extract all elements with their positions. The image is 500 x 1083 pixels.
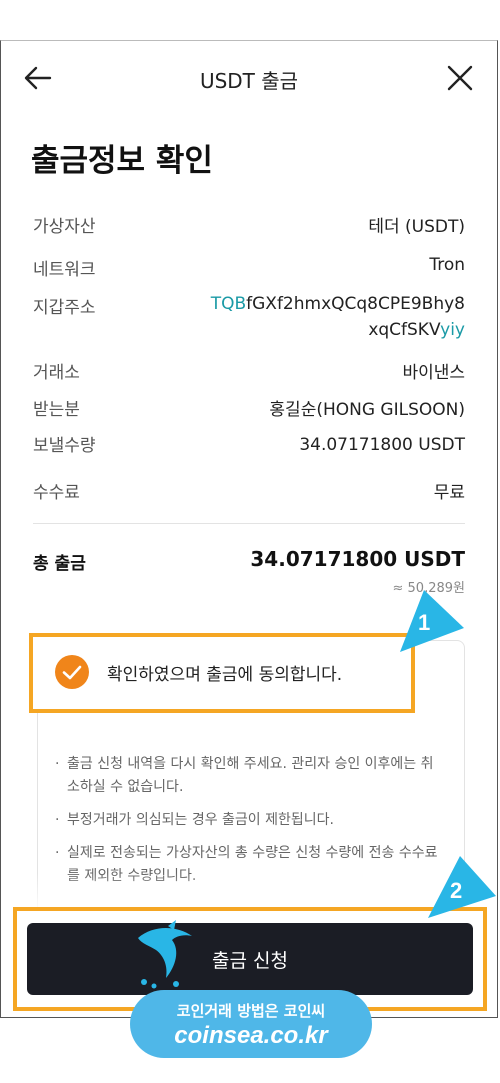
callout-1: 1 — [396, 586, 468, 656]
divider — [33, 523, 465, 524]
close-icon[interactable] — [445, 63, 475, 93]
detail-label: 수수료 — [33, 483, 80, 503]
detail-label: 거래소 — [33, 363, 80, 383]
detail-value: 바이낸스 — [402, 363, 465, 383]
detail-value: Tron — [429, 255, 465, 275]
detail-value: 홍길순(HONG GILSOON) — [269, 400, 465, 420]
detail-label: 받는분 — [33, 400, 80, 420]
withdraw-submit-button[interactable]: 출금 신청 — [27, 923, 473, 995]
detail-label: 네트워크 — [33, 260, 96, 280]
callout-2: 2 — [424, 852, 498, 922]
submit-label: 출금 신청 — [212, 950, 288, 972]
notice-item: 부정거래가 의심되는 경우 출금이 제한됩니다. — [55, 809, 441, 832]
detail-label: 가상자산 — [33, 217, 96, 237]
callout-number: 2 — [450, 878, 463, 903]
detail-label: 보낼수량 — [33, 436, 96, 456]
dolphin-logo-icon — [138, 920, 192, 989]
detail-value: 테더 (USDT) — [368, 217, 465, 237]
address-prefix: TQB — [210, 294, 247, 314]
address-suffix: yiy — [440, 320, 465, 340]
address-line1: fGXf2hmxQCq8CPE9Bhy8 — [246, 294, 465, 314]
callout-number: 1 — [418, 610, 431, 635]
detail-value: 34.07171800 USDT — [299, 435, 465, 455]
total-value: 34.07171800 USDT — [250, 547, 465, 571]
watermark-line1: 코인거래 방법은 코인씨 — [176, 1002, 326, 1020]
page-header-title: USDT 출금 — [199, 69, 299, 93]
agree-checkbox-row[interactable]: 확인하였으며 출금에 동의합니다. — [29, 633, 415, 713]
wallet-address: TQBfGXf2hmxQCq8CPE9Bhy8 xqCfSKVyiy — [211, 291, 465, 343]
check-circle-icon[interactable] — [55, 655, 89, 689]
watermark-line2: coinsea.co.kr — [174, 1022, 328, 1049]
page-title: 출금정보 확인 — [31, 143, 213, 179]
callout-arrow-icon — [400, 590, 464, 652]
detail-value: 무료 — [433, 483, 465, 503]
agree-label: 확인하였으며 출금에 동의합니다. — [107, 665, 343, 685]
total-label: 총 출금 — [33, 554, 86, 574]
address-line2: xqCfSKV — [368, 320, 441, 340]
detail-label: 지갑주소 — [33, 298, 96, 318]
header: USDT 출금 — [1, 41, 497, 113]
notice-item: 출금 신청 내역을 다시 확인해 주세요. 관리자 승인 이후에는 취소하실 수… — [55, 753, 441, 799]
coinsea-watermark: 코인거래 방법은 코인씨 coinsea.co.kr — [130, 990, 372, 1058]
